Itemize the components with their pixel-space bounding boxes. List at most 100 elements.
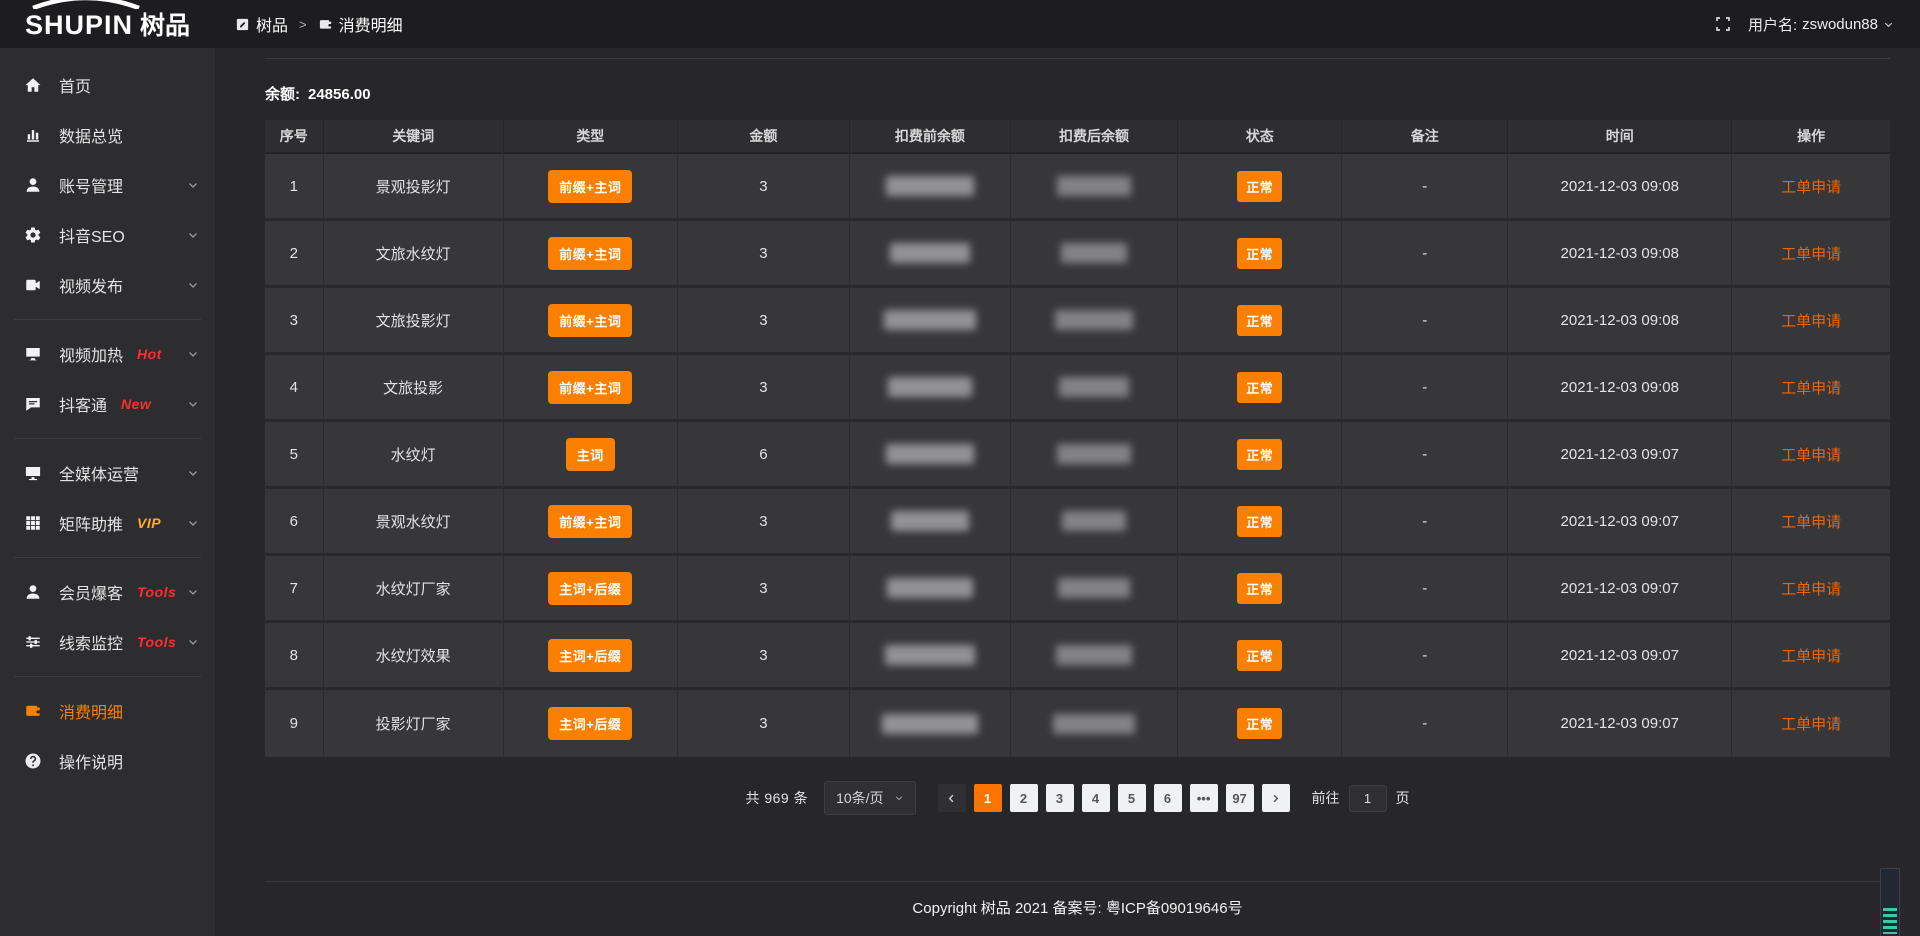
sidebar-item-矩阵助推[interactable]: 矩阵助推 VIP xyxy=(0,498,215,548)
cell-balance-before xyxy=(850,556,1011,623)
sidebar-item-视频加热[interactable]: 视频加热Hot xyxy=(0,329,215,379)
breadcrumb: 树品 > 消费明细 xyxy=(235,12,403,36)
balance-before-blurred xyxy=(888,377,972,397)
breadcrumb-home[interactable]: 树品 xyxy=(235,12,288,36)
sidebar-item-操作说明[interactable]: 操作说明 xyxy=(0,736,215,786)
home-icon xyxy=(24,75,44,95)
page-button-97[interactable]: 97 xyxy=(1226,784,1254,812)
ticket-apply-link[interactable]: 工单申请 xyxy=(1781,581,1841,598)
cell-action: 工单申请 xyxy=(1732,623,1890,690)
page-button-3[interactable]: 3 xyxy=(1046,784,1074,812)
page-button-1[interactable]: 1 xyxy=(974,784,1002,812)
column-header-类型: 类型 xyxy=(504,120,678,154)
cell-type: 前缀+主词 xyxy=(504,489,678,556)
ticket-apply-link[interactable]: 工单申请 xyxy=(1781,648,1841,665)
user-menu[interactable]: 用户名: zswodun88 xyxy=(1748,14,1894,35)
balance-before-blurred xyxy=(882,714,978,734)
next-page-button[interactable] xyxy=(1262,784,1290,812)
cell-status: 正常 xyxy=(1178,690,1342,757)
wallet-icon xyxy=(24,701,44,721)
cell-remark: - xyxy=(1342,154,1508,221)
sidebar-item-消费明细[interactable]: 消费明细 xyxy=(0,686,215,736)
menu-divider xyxy=(14,319,201,320)
sidebar-item-数据总览[interactable]: 数据总览 xyxy=(0,110,215,160)
ticket-apply-link[interactable]: 工单申请 xyxy=(1781,179,1841,196)
breadcrumb-current[interactable]: 消费明细 xyxy=(318,12,403,36)
prev-page-button[interactable] xyxy=(938,784,966,812)
chevron-down-icon xyxy=(187,179,199,191)
page-button-5[interactable]: 5 xyxy=(1118,784,1146,812)
goto-page-input[interactable] xyxy=(1349,785,1387,812)
cell-status: 正常 xyxy=(1178,221,1342,288)
type-badge: 前缀+主词 xyxy=(548,505,632,538)
cell-balance-after xyxy=(1011,623,1178,690)
cell-status: 正常 xyxy=(1178,623,1342,690)
sidebar-item-会员爆客[interactable]: 会员爆客Tools xyxy=(0,567,215,617)
header-divider xyxy=(265,58,1890,59)
balance: 余额:24856.00 xyxy=(265,83,1890,104)
page-ellipsis-button[interactable]: ••• xyxy=(1190,784,1218,812)
menu-badge: VIP xyxy=(137,515,161,531)
sidebar-item-label: 抖客通 xyxy=(59,392,107,416)
balance-after-blurred xyxy=(1056,645,1132,665)
sidebar-item-线索监控[interactable]: 线索监控Tools xyxy=(0,617,215,667)
sidebar-item-label: 视频加热 xyxy=(59,342,123,366)
balance-before-blurred xyxy=(886,176,974,196)
question-icon xyxy=(24,751,44,771)
cell-balance-before xyxy=(850,355,1011,422)
balance-after-blurred xyxy=(1061,243,1127,263)
cell-keyword: 水纹灯 xyxy=(324,422,504,489)
table-row: 2文旅水纹灯前缀+主词3正常-2021-12-03 09:08工单申请 xyxy=(265,221,1890,288)
sidebar-item-label: 矩阵助推 xyxy=(59,511,123,535)
cell-amount: 3 xyxy=(678,623,850,690)
sidebar-item-label: 数据总览 xyxy=(59,123,123,147)
cell-type: 主词+后缀 xyxy=(504,623,678,690)
page-button-2[interactable]: 2 xyxy=(1010,784,1038,812)
cell-amount: 3 xyxy=(678,556,850,623)
chevron-down-icon xyxy=(187,467,199,479)
cell-type: 前缀+主词 xyxy=(504,288,678,355)
goto-suffix: 页 xyxy=(1396,788,1410,808)
ticket-apply-link[interactable]: 工单申请 xyxy=(1781,514,1841,531)
table-header-row: 序号关键词类型金额扣费前余额扣费后余额状态备注时间操作 xyxy=(265,120,1890,154)
balance-before-blurred xyxy=(886,444,974,464)
ticket-apply-link[interactable]: 工单申请 xyxy=(1781,447,1841,464)
cell-status: 正常 xyxy=(1178,422,1342,489)
cell-status: 正常 xyxy=(1178,154,1342,221)
ticket-apply-link[interactable]: 工单申请 xyxy=(1781,380,1841,397)
sidebar-item-label: 首页 xyxy=(59,73,91,97)
cell-time: 2021-12-03 09:07 xyxy=(1508,556,1732,623)
chevron-down-icon xyxy=(187,636,199,648)
sidebar-item-label: 线索监控 xyxy=(59,630,123,654)
cell-remark: - xyxy=(1342,623,1508,690)
sidebar-item-全媒体运营[interactable]: 全媒体运营 xyxy=(0,448,215,498)
ticket-apply-link[interactable]: 工单申请 xyxy=(1781,246,1841,263)
sidebar-item-抖客通[interactable]: 抖客通New xyxy=(0,379,215,429)
cell-index: 7 xyxy=(265,556,324,623)
cell-remark: - xyxy=(1342,556,1508,623)
page-button-4[interactable]: 4 xyxy=(1082,784,1110,812)
type-badge: 前缀+主词 xyxy=(548,237,632,270)
ticket-apply-link[interactable]: 工单申请 xyxy=(1781,716,1841,733)
sidebar-item-视频发布[interactable]: 视频发布 xyxy=(0,260,215,310)
menu-divider xyxy=(14,676,201,677)
menu-divider xyxy=(14,557,201,558)
status-badge: 正常 xyxy=(1237,708,1282,739)
cell-keyword: 文旅投影灯 xyxy=(324,288,504,355)
corner-widget[interactable] xyxy=(1880,868,1900,936)
cell-time: 2021-12-03 09:07 xyxy=(1508,489,1732,556)
fullscreen-icon[interactable] xyxy=(1714,15,1732,33)
bar-chart-icon xyxy=(24,125,44,145)
page-button-6[interactable]: 6 xyxy=(1154,784,1182,812)
sidebar-item-抖音SEO[interactable]: 抖音SEO xyxy=(0,210,215,260)
page-size-select[interactable]: 10条/页 xyxy=(824,781,915,815)
wallet-icon xyxy=(318,17,333,32)
sidebar-item-账号管理[interactable]: 账号管理 xyxy=(0,160,215,210)
ticket-apply-link[interactable]: 工单申请 xyxy=(1781,313,1841,330)
cell-balance-after xyxy=(1011,690,1178,757)
username-label: 用户名: xyxy=(1748,14,1797,35)
table-row: 8水纹灯效果主词+后缀3正常-2021-12-03 09:07工单申请 xyxy=(265,623,1890,690)
sidebar-item-首页[interactable]: 首页 xyxy=(0,60,215,110)
cell-time: 2021-12-03 09:07 xyxy=(1508,690,1732,757)
cell-amount: 3 xyxy=(678,288,850,355)
